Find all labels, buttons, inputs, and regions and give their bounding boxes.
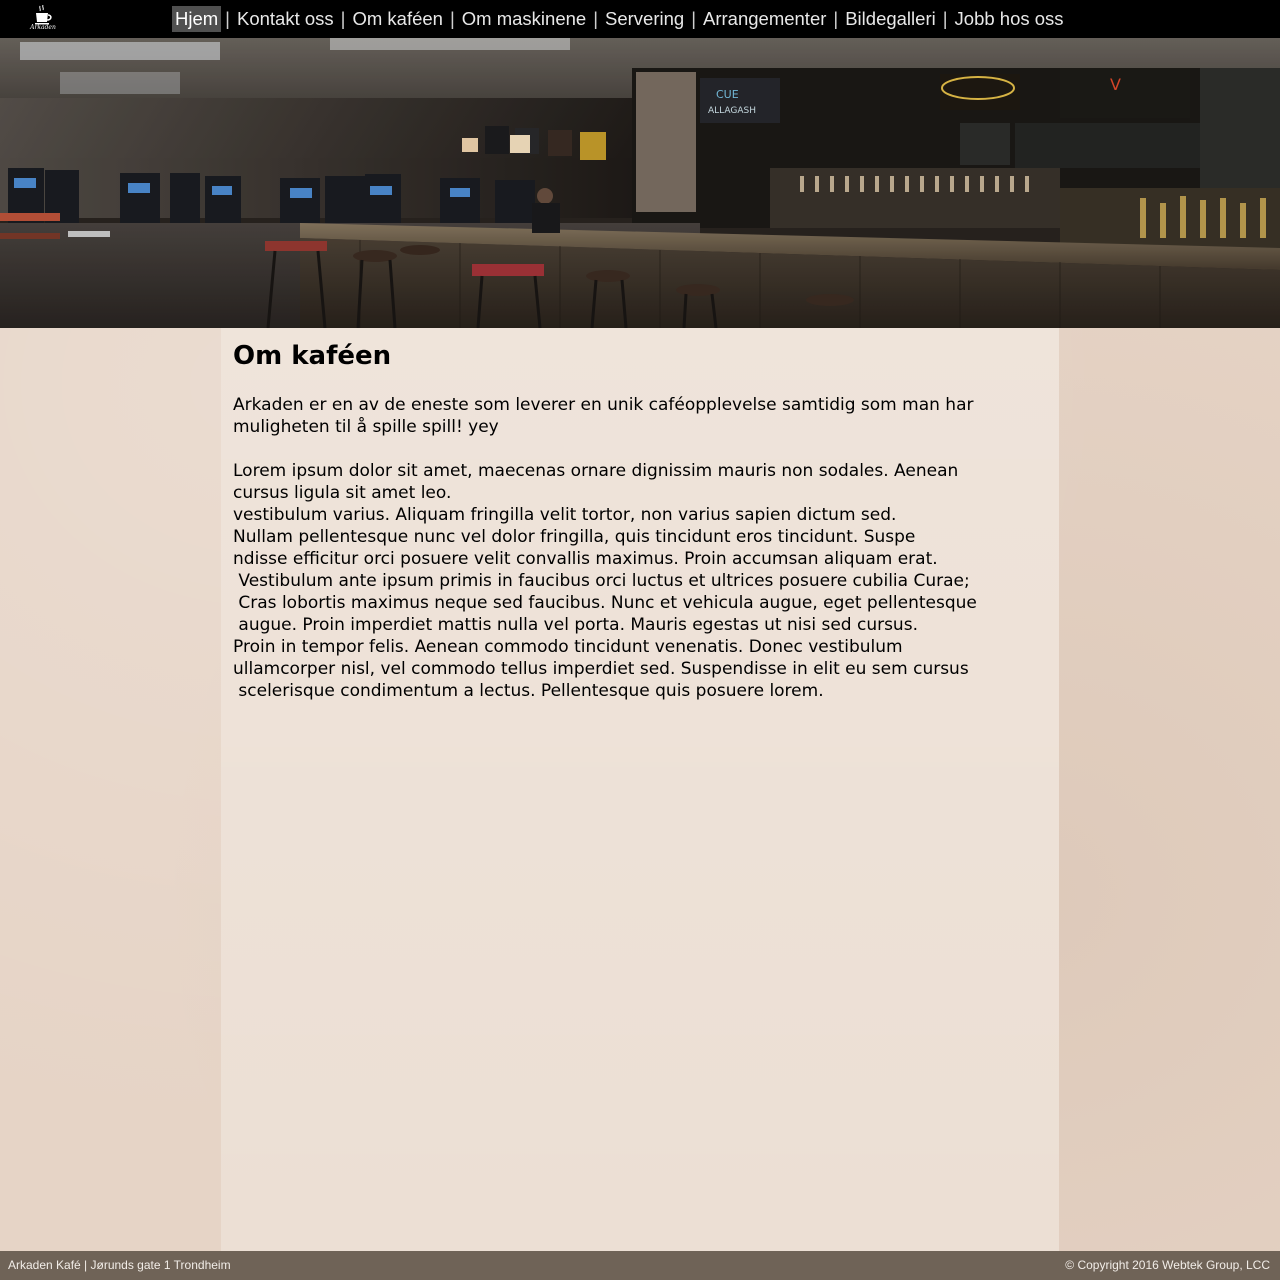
footer-address: Arkaden Kafé | Jørunds gate 1 Trondheim [8,1258,231,1272]
hero-banner-image: CUE ALLAGASH V [0,38,1280,328]
nav-separator: | [691,8,696,29]
nav-item-jobb-hos-oss[interactable]: Jobb hos oss [952,6,1067,32]
body-text-line: ndisse efficitur orci posuere velit conv… [233,549,938,569]
coffee-cup-icon [35,5,52,25]
nav-item-hjem[interactable]: Hjem [172,6,222,32]
main-content: Om kaféen Arkaden er en av de eneste som… [221,328,1059,1251]
body-text-line: augue. Proin imperdiet mattis nulla vel … [233,615,918,635]
site-footer: Arkaden Kafé | Jørunds gate 1 Trondheim … [0,1251,1280,1280]
body-text-line: ullamcorper nisl, vel commodo tellus imp… [233,659,969,679]
nav-separator: | [942,8,948,29]
nav-item-om-kafeen[interactable]: Om kaféen [349,6,446,32]
nav-separator: | [593,8,598,29]
body-text-line: vestibulum varius. Aliquam fringilla vel… [233,505,897,525]
main-nav: Hjem | Kontakt oss | Om kaféen | Om mask… [172,6,1067,32]
nav-item-servering[interactable]: Servering [602,6,687,32]
top-navigation-bar: Arkaden Hjem | Kontakt oss | Om kaféen |… [0,0,1280,38]
logo-text: Arkaden [30,24,56,31]
page-title: Om kaféen [233,341,392,371]
body-text-line: Lorem ipsum dolor sit amet, maecenas orn… [233,461,959,481]
nav-separator: | [225,8,230,29]
body-text-line: scelerisque condimentum a lectus. Pellen… [233,681,824,701]
nav-item-bildegalleri[interactable]: Bildegalleri [842,6,939,32]
body-text-line: Nullam pellentesque nunc vel dolor fring… [233,527,916,547]
intro-paragraph: Arkaden er en av de eneste som leverer e… [233,395,974,437]
nav-separator: | [449,8,455,29]
nav-separator: | [340,8,346,29]
nav-item-om-maskinene[interactable]: Om maskinene [459,6,589,32]
body-text-line: cursus ligula sit amet leo. [233,483,452,503]
body-text: Lorem ipsum dolor sit amet, maecenas orn… [233,460,1033,702]
nav-separator: | [833,8,839,29]
body-text-line: Cras lobortis maximus neque sed faucibus… [233,593,977,613]
footer-copyright: © Copyright 2016 Webtek Group, LCC [1065,1258,1270,1272]
arcade-bar-photo: CUE ALLAGASH V [0,38,1280,328]
body-text-line: Vestibulum ante ipsum primis in faucibus… [233,571,970,591]
site-logo[interactable]: Arkaden [28,5,58,35]
nav-item-arrangementer[interactable]: Arrangementer [700,6,829,32]
nav-item-kontakt-oss[interactable]: Kontakt oss [234,6,337,32]
body-text-line: Proin in tempor felis. Aenean commodo ti… [233,637,903,657]
